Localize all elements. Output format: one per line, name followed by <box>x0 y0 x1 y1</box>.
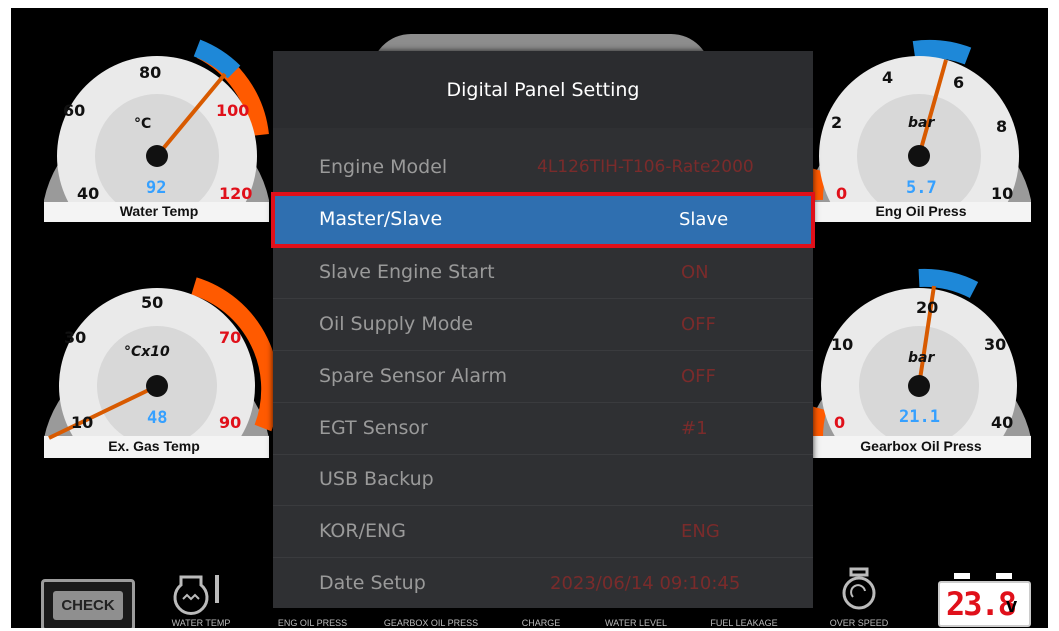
battery-body: 23.8 v <box>938 581 1031 627</box>
over-speed-indicator: OVER SPEED <box>819 563 899 628</box>
battery-voltage-value: 23.8 <box>946 585 1017 623</box>
setting-row-kor-eng[interactable]: KOR/ENG ENG <box>273 506 813 558</box>
digital-panel-setting-dialog: Digital Panel Setting Engine Model 4L126… <box>271 51 815 609</box>
eng-oil-press-gauge: 0 2 4 6 8 10 bar 5.7 Eng Oil Press <box>796 10 1048 222</box>
water-temp-tick-100: 100 <box>216 101 249 120</box>
water-temp-label: Water Temp <box>119 203 199 219</box>
setting-value: 4L126TIH-T106-Rate2000 <box>537 157 754 177</box>
setting-label: Spare Sensor Alarm <box>319 365 507 387</box>
setting-label: Engine Model <box>319 156 448 178</box>
setting-row-oil-supply-mode[interactable]: Oil Supply Mode OFF <box>273 299 813 351</box>
egt-tick-50: 50 <box>141 293 163 312</box>
eng-oil-tick-4: 4 <box>882 68 893 87</box>
eng-oil-press-label: Eng Oil Press <box>875 203 967 219</box>
setting-value: 2023/06/14 09:10:45 <box>550 573 741 594</box>
eng-oil-tick-2: 2 <box>831 113 842 132</box>
ex-gas-temp-gauge-dial: 10 30 50 70 90 °Cx10 48 <box>44 277 279 458</box>
gearbox-digital-value: 21.1 <box>899 407 940 427</box>
egt-tick-90: 90 <box>219 413 241 432</box>
gearbox-tick-30: 30 <box>984 335 1006 354</box>
fuel-leakage-indicator-label: FUEL LEAKAGE <box>710 618 778 628</box>
egt-unit: °Cx10 <box>124 344 170 360</box>
check-engine-indicator: CHECK <box>41 579 135 628</box>
setting-value: #1 <box>681 418 708 439</box>
gearbox-oil-press-gauge: 0 10 20 30 40 bar 21.1 Gearbox Oil Press <box>796 258 1048 458</box>
eng-oil-tick-8: 8 <box>996 117 1007 136</box>
gearbox-tick-10: 10 <box>831 335 853 354</box>
setting-value: ON <box>681 262 709 283</box>
eng-oil-tick-10: 10 <box>991 184 1013 203</box>
water-temp-tick-40: 40 <box>77 184 99 203</box>
ex-gas-temp-gauge: 10 30 50 70 90 °Cx10 48 Ex. Gas Temp <box>29 258 279 458</box>
setting-value: Slave <box>679 209 729 230</box>
water-temp-indicator-label: WATER TEMP <box>171 618 231 628</box>
water-temp-gauge: 40 60 80 100 120 °C 92 Water Temp <box>29 10 279 222</box>
gearbox-oil-press-gauge-dial: 0 10 20 30 40 bar 21.1 <box>805 268 1031 458</box>
eng-oil-digital-value: 5.7 <box>906 178 937 198</box>
egt-tick-30: 30 <box>64 328 86 347</box>
gearbox-unit: bar <box>908 350 935 366</box>
setting-row-egt-sensor[interactable]: EGT Sensor #1 <box>273 403 813 455</box>
setting-label: USB Backup <box>319 468 434 490</box>
dialog-title: Digital Panel Setting <box>273 51 813 128</box>
battery-terminal-neg <box>954 573 970 579</box>
eng-oil-tick-6: 6 <box>953 73 964 92</box>
setting-label: Master/Slave <box>319 208 443 230</box>
gearbox-tick-0: 0 <box>834 413 845 432</box>
water-temp-unit: °C <box>134 116 151 132</box>
eng-oil-press-indicator-label: ENG OIL PRESS <box>277 618 348 628</box>
water-temp-tick-80: 80 <box>139 63 161 82</box>
setting-row-date-setup[interactable]: Date Setup 2023/06/14 09:10:45 <box>273 558 813 609</box>
eng-oil-tick-0: 0 <box>836 184 847 203</box>
battery-voltage-unit: v <box>1006 595 1018 617</box>
water-temp-gauge-dial: 40 60 80 100 120 °C 92 <box>44 39 269 222</box>
gearbox-oil-press-indicator-label: GEARBOX OIL PRESS <box>383 618 479 628</box>
setting-value: OFF <box>681 366 716 387</box>
check-label: CHECK <box>53 590 123 620</box>
egt-tick-10: 10 <box>71 413 93 432</box>
setting-row-spare-sensor-alarm[interactable]: Spare Sensor Alarm OFF <box>273 351 813 403</box>
over-speed-indicator-icon <box>842 567 876 610</box>
gearbox-tick-40: 40 <box>991 413 1013 432</box>
ex-gas-temp-label: Ex. Gas Temp <box>108 438 200 454</box>
water-temp-tick-60: 60 <box>63 101 85 120</box>
setting-value: OFF <box>681 314 716 335</box>
eng-oil-unit: bar <box>908 115 935 131</box>
setting-label: Slave Engine Start <box>319 261 495 283</box>
battery-terminal-pos <box>996 573 1012 579</box>
eng-oil-press-gauge-dial: 0 2 4 6 8 10 bar 5.7 <box>805 39 1031 222</box>
over-speed-indicator-label: OVER SPEED <box>829 618 889 628</box>
setting-label: KOR/ENG <box>319 520 406 542</box>
water-level-indicator-label: WATER LEVEL <box>604 618 667 628</box>
setting-label: Oil Supply Mode <box>319 313 474 335</box>
setting-row-master-slave[interactable]: Master/Slave Slave <box>271 192 815 248</box>
setting-row-engine-model[interactable]: Engine Model 4L126TIH-T106-Rate2000 <box>273 142 813 194</box>
gearbox-tick-20: 20 <box>916 298 938 317</box>
water-temp-tick-120: 120 <box>219 184 252 203</box>
charge-indicator-label: CHARGE <box>521 618 561 628</box>
gearbox-oil-press-label: Gearbox Oil Press <box>860 438 982 454</box>
battery-voltage-display: 23.8 v <box>938 573 1031 627</box>
egt-digital-value: 48 <box>147 408 167 428</box>
water-temp-digital-value: 92 <box>146 178 166 198</box>
setting-label: EGT Sensor <box>319 417 428 439</box>
egt-tick-70: 70 <box>219 328 241 347</box>
water-temp-indicator-icon <box>173 575 219 615</box>
setting-value: ENG <box>681 521 720 542</box>
setting-row-usb-backup[interactable]: USB Backup <box>273 454 813 506</box>
setting-row-slave-engine-start[interactable]: Slave Engine Start ON <box>273 247 813 299</box>
dashboard-screen: 40 60 80 100 120 °C 92 Water Temp 0 2 4 … <box>11 8 1048 628</box>
water-temp-indicator: WATER TEMP <box>161 563 241 628</box>
setting-label: Date Setup <box>319 572 426 594</box>
